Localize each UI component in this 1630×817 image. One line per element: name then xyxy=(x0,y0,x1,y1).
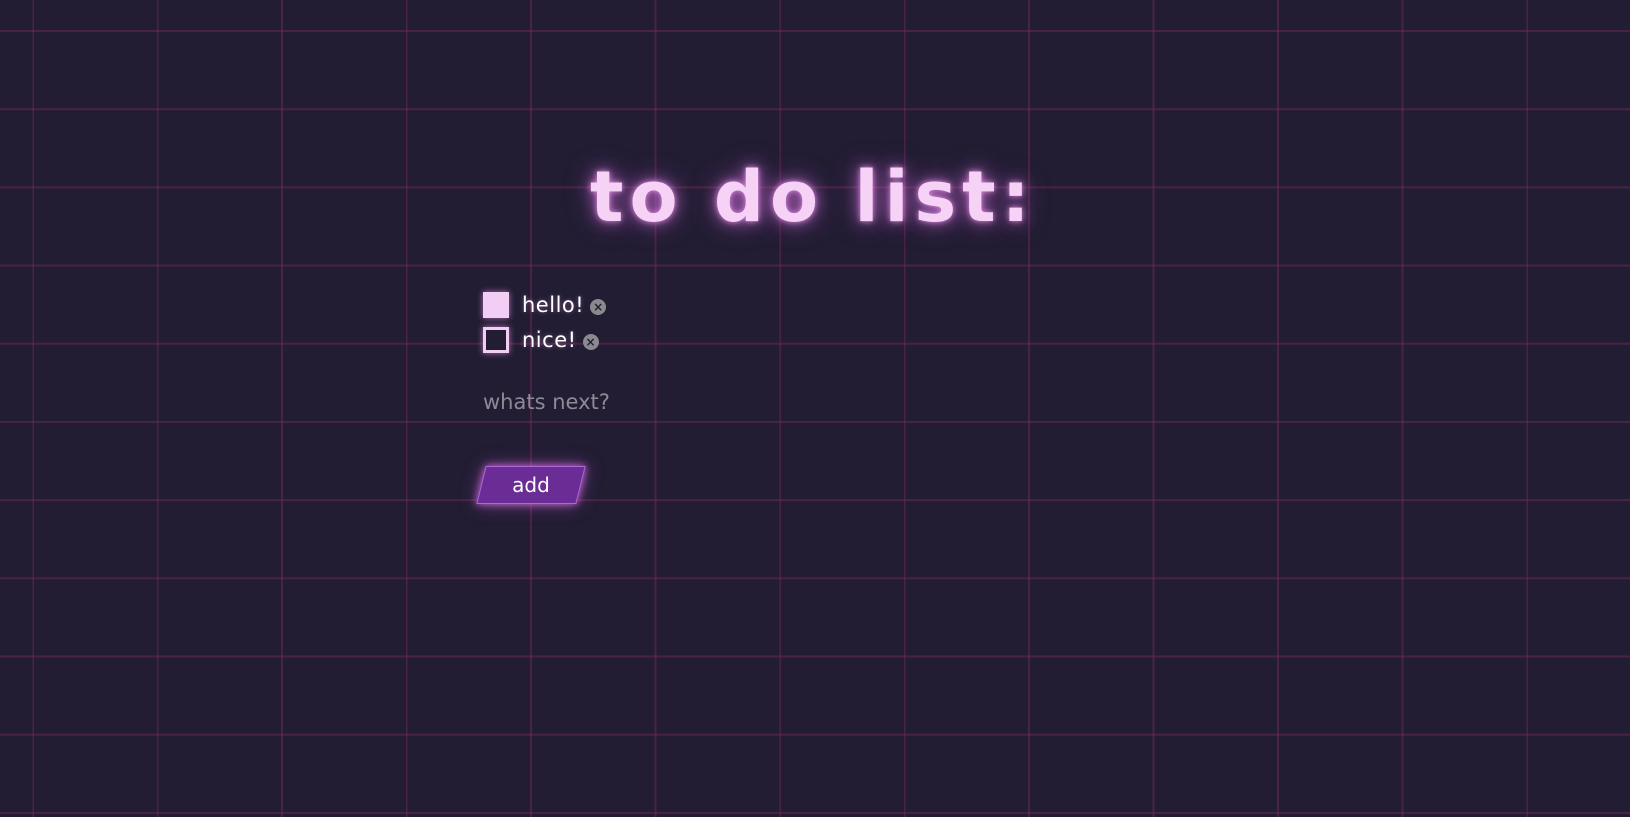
close-circle-icon[interactable]: × xyxy=(582,334,599,350)
page-title: to do list: xyxy=(590,156,1036,238)
todo-checkbox[interactable] xyxy=(483,327,509,353)
todo-label: nice! xyxy=(522,328,577,352)
new-todo-input[interactable] xyxy=(483,386,783,418)
todo-item: hello! × xyxy=(483,292,607,318)
add-button[interactable]: add xyxy=(476,466,586,504)
todo-label: hello! xyxy=(522,293,585,317)
todo-item: nice! × xyxy=(483,327,606,353)
todo-app: to do list: hello! × nice! × add xyxy=(0,0,1630,817)
todo-list: hello! × nice! × xyxy=(483,292,607,362)
add-button-label: add xyxy=(512,473,550,497)
close-circle-icon[interactable]: × xyxy=(590,299,607,315)
todo-checkbox[interactable] xyxy=(483,292,509,318)
